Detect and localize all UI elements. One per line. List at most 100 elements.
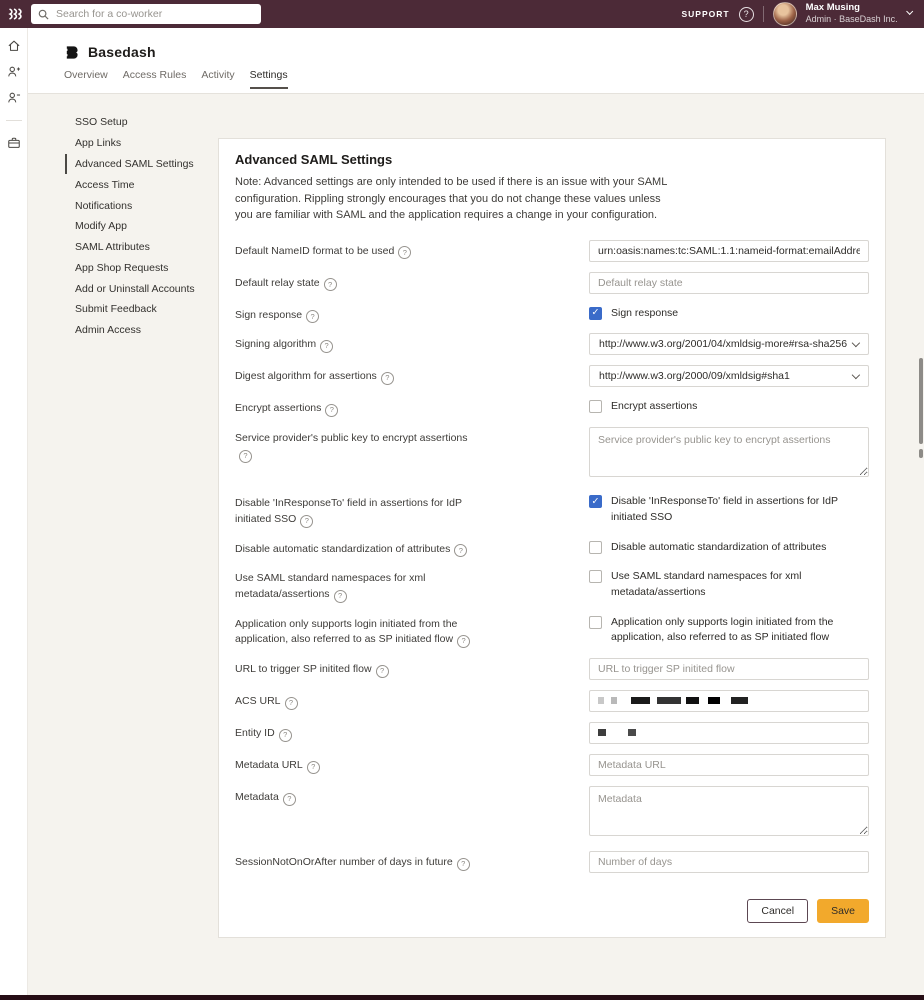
card-note: Note: Advanced settings are only intende… (235, 174, 671, 224)
home-icon[interactable] (7, 39, 21, 53)
entity-id-input[interactable] (589, 722, 869, 744)
default-nameid-format-to-be-used-input[interactable] (589, 240, 869, 262)
help-icon[interactable]: ? (739, 7, 754, 22)
support-link[interactable]: SUPPORT (681, 9, 729, 19)
field-control (589, 427, 869, 482)
disable-automatic-standardization-of-attributes-checkbox[interactable]: ✓ (589, 541, 602, 554)
use-saml-standard-namespaces-for-xml-metadata-assertions-checkbox[interactable]: ✓ (589, 570, 602, 583)
sign-response-checkbox[interactable]: ✓ (589, 307, 602, 320)
metadata-url-input[interactable] (589, 754, 869, 776)
briefcase-icon[interactable] (7, 136, 21, 150)
rippling-logo-icon[interactable] (0, 7, 30, 22)
sidebar-item-saml-attributes[interactable]: SAML Attributes (65, 237, 218, 258)
search-input[interactable] (54, 7, 254, 21)
cancel-button[interactable]: Cancel (747, 899, 808, 923)
sidebar-item-admin-access[interactable]: Admin Access (65, 320, 218, 341)
help-icon[interactable]: ? (239, 450, 252, 463)
field-control (589, 240, 869, 262)
redacted-block (598, 697, 604, 704)
tab-settings[interactable]: Settings (250, 69, 288, 89)
field-control: ✓Sign response (589, 304, 869, 324)
help-icon[interactable]: ? (306, 310, 319, 323)
help-icon[interactable]: ? (279, 729, 292, 742)
signing-algorithm-select[interactable]: http://www.w3.org/2001/04/xmldsig-more#r… (589, 333, 869, 355)
field-label: Signing algorithm? (235, 333, 475, 355)
sidebar-item-modify-app[interactable]: Modify App (65, 216, 218, 237)
field-label-text: Disable 'InResponseTo' field in assertio… (235, 497, 462, 524)
chevron-down-icon[interactable] (906, 8, 914, 16)
help-icon[interactable]: ? (398, 246, 411, 259)
search-icon (38, 9, 49, 20)
help-icon[interactable]: ? (457, 635, 470, 648)
save-button[interactable]: Save (817, 899, 869, 923)
metadata-textarea[interactable] (589, 786, 869, 836)
checkbox-row: ✓ Disable 'InResponseTo' field in asserti… (589, 492, 869, 526)
tab-access-rules[interactable]: Access Rules (123, 69, 187, 89)
user-name: Max Musing (806, 2, 898, 14)
field-control (589, 754, 869, 776)
checkbox-label: Disable 'InResponseTo' field in assertio… (611, 494, 869, 526)
tab-activity[interactable]: Activity (201, 69, 234, 89)
sidebar-item-advanced-saml-settings[interactable]: Advanced SAML Settings (65, 154, 218, 175)
form-row-service-provider-s-public-key-to-encrypt-assertions: Service provider's public key to encrypt… (235, 427, 869, 482)
field-label: Encrypt assertions? (235, 397, 475, 417)
tab-overview[interactable]: Overview (64, 69, 108, 89)
help-icon[interactable]: ? (381, 372, 394, 385)
help-icon[interactable]: ? (376, 665, 389, 678)
field-label-text: Encrypt assertions (235, 402, 321, 414)
help-icon[interactable]: ? (320, 340, 333, 353)
scrollbar-thumb-small[interactable] (919, 449, 923, 458)
encrypt-assertions-checkbox[interactable]: ✓ (589, 400, 602, 413)
help-icon[interactable]: ? (324, 278, 337, 291)
acs-url-input[interactable] (589, 690, 869, 712)
help-icon[interactable]: ? (285, 697, 298, 710)
help-icon[interactable]: ? (325, 404, 338, 417)
sidebar-item-access-time[interactable]: Access Time (65, 174, 218, 195)
application-only-supports-login-initiated-from-the-application-also-referred-to-as-sp-initiated-flow-checkbox[interactable]: ✓ (589, 616, 602, 629)
topbar-divider (763, 6, 764, 22)
help-icon[interactable]: ? (307, 761, 320, 774)
digest-algorithm-for-assertions-select[interactable]: http://www.w3.org/2000/09/xmldsig#sha1 (589, 365, 869, 387)
sidebar-item-notifications[interactable]: Notifications (65, 195, 218, 216)
help-icon[interactable]: ? (457, 858, 470, 871)
field-label-text: Digest algorithm for assertions (235, 370, 377, 382)
checkbox-label: Use SAML standard namespaces for xml met… (611, 569, 869, 601)
checkbox-label: Encrypt assertions (611, 399, 697, 415)
form-row-digest-algorithm-for-assertions: Digest algorithm for assertions? http://w… (235, 365, 869, 387)
field-label: URL to trigger SP initited flow? (235, 658, 475, 680)
help-icon[interactable]: ? (300, 515, 313, 528)
user-role: Admin · BaseDash Inc. (806, 14, 898, 25)
form-row-application-only-supports-login-initiated-from-the-application-also-referred-to-as-sp-initiated-flow: Application only supports login initiate… (235, 613, 869, 648)
user-menu[interactable]: Max Musing Admin · BaseDash Inc. (806, 2, 898, 25)
disable-inresponseto-field-in-assertions-for-idp-initiated-sso-checkbox[interactable]: ✓ (589, 495, 602, 508)
help-icon[interactable]: ? (283, 793, 296, 806)
sidebar-item-app-shop-requests[interactable]: App Shop Requests (65, 257, 218, 278)
form-row-metadata-url: Metadata URL? (235, 754, 869, 776)
sidebar-item-sso-setup[interactable]: SSO Setup (65, 112, 218, 133)
service-provider-s-public-key-to-encrypt-assertions-textarea[interactable] (589, 427, 869, 477)
scrollbar-thumb[interactable] (919, 358, 923, 444)
remove-user-icon[interactable] (7, 91, 21, 105)
user-avatar[interactable] (773, 2, 797, 26)
rail-divider (6, 120, 22, 121)
coworker-search[interactable] (31, 4, 261, 24)
url-to-trigger-sp-initited-flow-input[interactable] (589, 658, 869, 680)
field-control (589, 722, 869, 744)
field-label-text: Disable automatic standardization of att… (235, 543, 450, 555)
help-icon[interactable]: ? (454, 544, 467, 557)
add-user-icon[interactable] (7, 65, 21, 79)
sidebar-item-submit-feedback[interactable]: Submit Feedback (65, 299, 218, 320)
form-row-sign-response: Sign response?✓Sign response (235, 304, 869, 324)
field-control (589, 851, 869, 873)
sessionnotonorafter-number-of-days-in-future-input[interactable] (589, 851, 869, 873)
help-icon[interactable]: ? (334, 590, 347, 603)
card-footer: Cancel Save (235, 899, 869, 923)
card-title: Advanced SAML Settings (235, 152, 869, 167)
redacted-block (731, 697, 748, 704)
default-relay-state-input[interactable] (589, 272, 869, 294)
sidebar-item-add-or-uninstall-accounts[interactable]: Add or Uninstall Accounts (65, 278, 218, 299)
redacted-block (611, 697, 617, 704)
checkbox-row: ✓ Encrypt assertions (589, 397, 869, 415)
field-label-text: ACS URL (235, 695, 281, 707)
sidebar-item-app-links[interactable]: App Links (65, 133, 218, 154)
